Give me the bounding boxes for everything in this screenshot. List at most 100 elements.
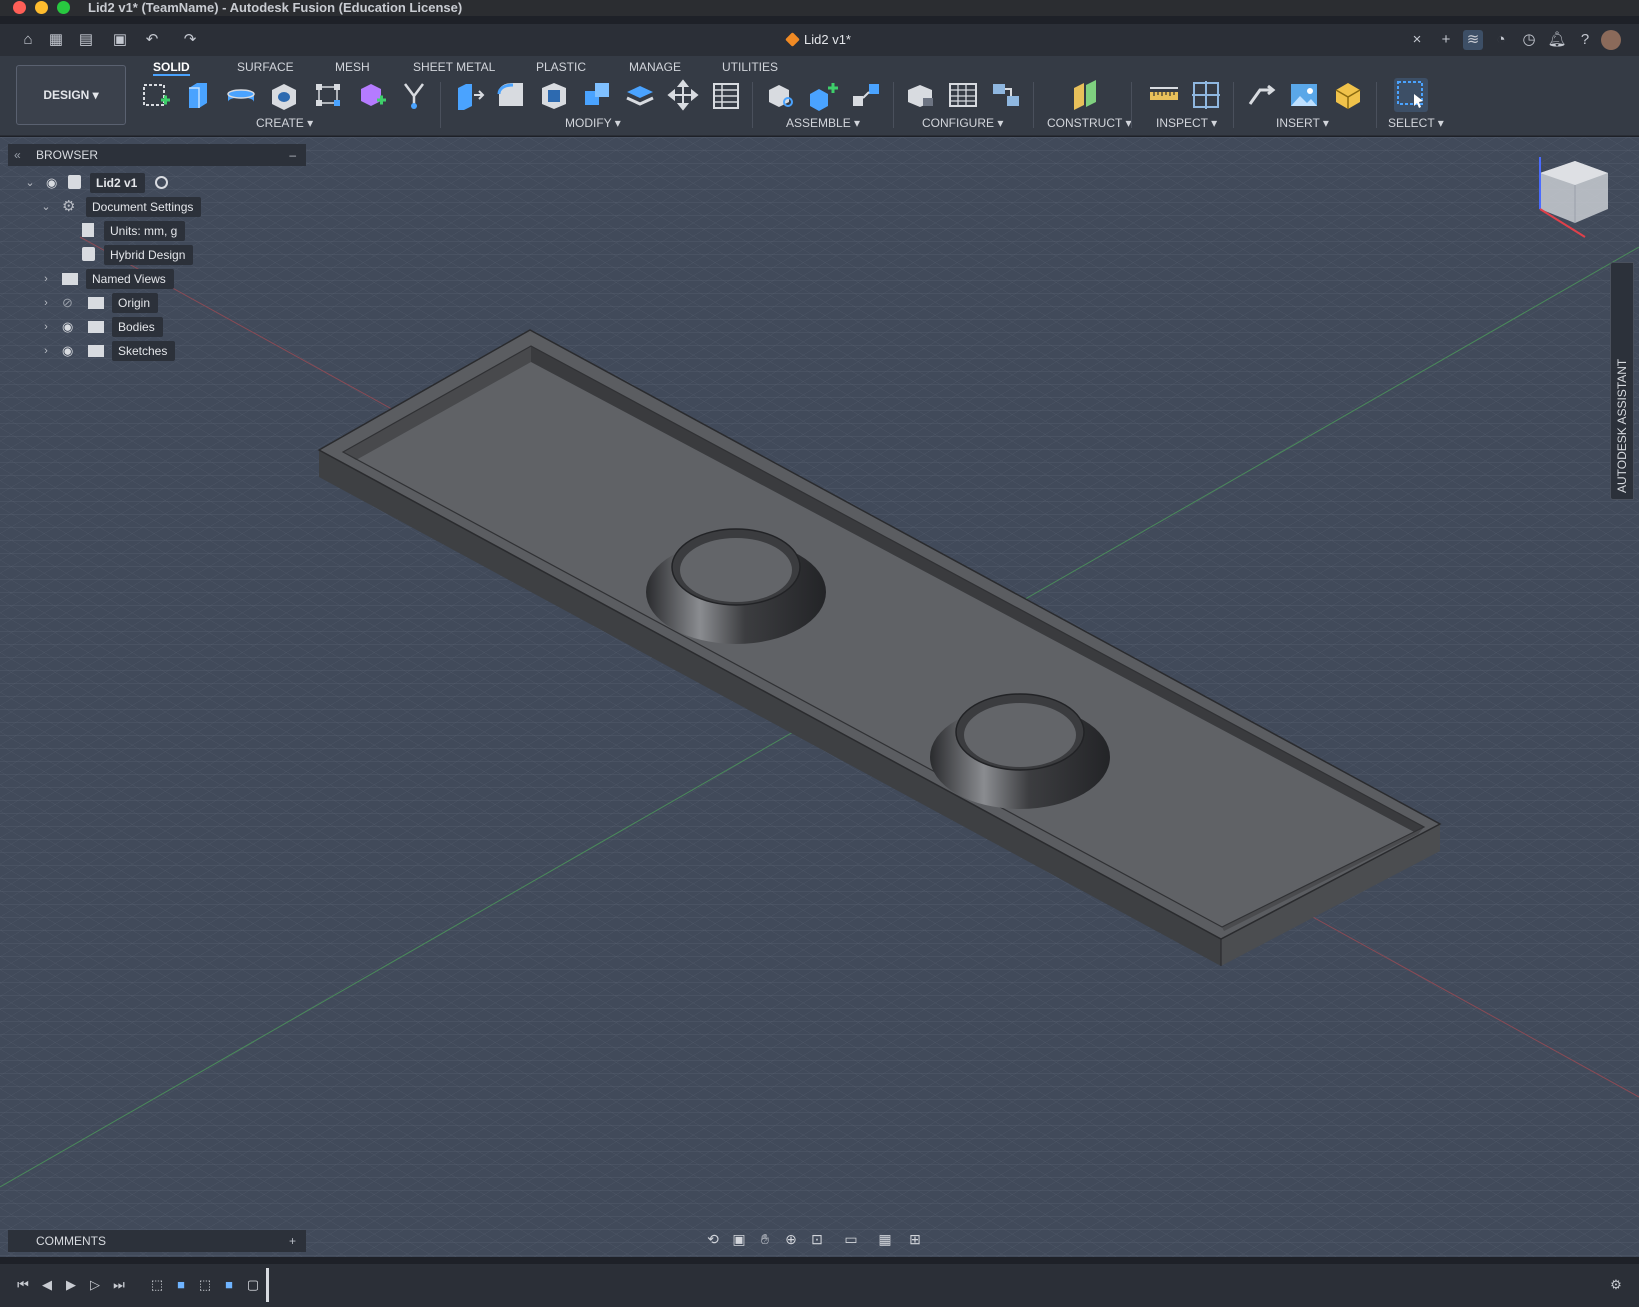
extrude-tool[interactable]	[181, 78, 215, 112]
viewports-icon[interactable]: ⊞	[906, 1230, 924, 1248]
play-icon[interactable]: ▶	[62, 1276, 80, 1294]
orbit-icon[interactable]: ⟲	[704, 1230, 722, 1248]
configuration-rules-tool[interactable]	[989, 78, 1023, 112]
step-back-icon[interactable]: ◀	[38, 1276, 56, 1294]
chevron-right-icon[interactable]: ›	[40, 317, 52, 337]
tab-manage[interactable]: MANAGE	[629, 58, 681, 76]
eye-icon[interactable]: ◉	[62, 343, 78, 359]
modify-menu[interactable]: MODIFY ▾	[565, 116, 621, 130]
chevron-right-icon[interactable]: ›	[40, 293, 52, 313]
timeline-sketch-feature-icon[interactable]: ⬚	[148, 1276, 166, 1294]
tab-lid2[interactable]: Lid2 v1*	[780, 28, 857, 52]
collapse-panel-icon[interactable]: «	[14, 144, 21, 166]
workspace-switcher[interactable]: DESIGN ▾	[16, 65, 126, 125]
home-icon[interactable]: ⌂	[18, 30, 38, 50]
tab-sheet-metal[interactable]: SHEET METAL	[413, 58, 495, 76]
select-tool[interactable]	[1394, 78, 1428, 112]
revolve-tool[interactable]	[224, 78, 258, 112]
configuration-table-tool[interactable]	[946, 78, 980, 112]
comments-panel[interactable]: COMMENTS +	[8, 1230, 306, 1252]
offset-face-tool[interactable]	[623, 78, 657, 112]
create-menu[interactable]: CREATE ▾	[256, 116, 313, 130]
joint-tool[interactable]	[806, 78, 840, 112]
zoom-icon[interactable]: ⊕	[782, 1230, 800, 1248]
construct-menu[interactable]: CONSTRUCT ▾	[1047, 116, 1131, 130]
look-at-icon[interactable]: ▣	[730, 1230, 748, 1248]
move-copy-tool[interactable]	[666, 78, 700, 112]
redo-icon[interactable]: ↷	[180, 30, 200, 50]
close-window-button[interactable]	[13, 1, 26, 14]
chevron-down-icon[interactable]: ⌄	[24, 173, 36, 193]
derive-tool[interactable]	[397, 78, 431, 112]
job-status-icon[interactable]: ◷	[1519, 30, 1539, 50]
section-analysis-tool[interactable]	[1189, 78, 1223, 112]
fit-icon[interactable]: ⊡	[808, 1230, 826, 1248]
app-grid-icon[interactable]: ▦	[46, 30, 66, 50]
configure-menu[interactable]: CONFIGURE ▾	[922, 116, 1003, 130]
insert-canvas-tool[interactable]	[1287, 78, 1321, 112]
browser-item-named-views[interactable]: › Named Views	[40, 269, 174, 289]
tab-utilities[interactable]: UTILITIES	[722, 58, 778, 76]
model-scene[interactable]	[0, 137, 1639, 1257]
save-icon[interactable]: ▣	[110, 30, 130, 50]
minimize-browser-icon[interactable]: –	[289, 144, 296, 166]
canvas-viewport[interactable]	[0, 137, 1639, 1257]
as-built-joint-tool[interactable]	[849, 78, 883, 112]
timeline-settings-gear-icon[interactable]: ⚙	[1607, 1276, 1625, 1294]
maximize-window-button[interactable]	[57, 1, 70, 14]
browser-item-root[interactable]: ⌄ ◉ Lid2 v1	[24, 173, 168, 193]
undo-icon[interactable]: ↶	[142, 30, 162, 50]
fillet-tool[interactable]	[494, 78, 528, 112]
go-to-start-icon[interactable]: ⏮︎	[14, 1276, 32, 1294]
online-status-icon[interactable]: ◔	[1491, 30, 1511, 50]
hole-tool[interactable]	[267, 78, 301, 112]
extensions-icon[interactable]: ≋	[1463, 30, 1483, 50]
grid-settings-icon[interactable]: ▦	[876, 1230, 894, 1248]
select-menu[interactable]: SELECT ▾	[1388, 116, 1444, 130]
chevron-down-icon[interactable]: ⌄	[40, 197, 52, 217]
timeline-shell-feature-icon[interactable]: ▢	[244, 1276, 262, 1294]
create-form-tool[interactable]	[355, 78, 389, 112]
new-tab-icon[interactable]: +	[1436, 30, 1456, 50]
display-settings-icon[interactable]: ▭	[842, 1230, 860, 1248]
add-comment-icon[interactable]: +	[289, 1230, 296, 1252]
close-tab-icon[interactable]: ×	[1407, 30, 1427, 50]
insert-mesh-tool[interactable]	[1331, 78, 1365, 112]
pattern-tool[interactable]	[311, 78, 345, 112]
insert-menu[interactable]: INSERT ▾	[1276, 116, 1329, 130]
browser-item-sketches[interactable]: › ◉ Sketches	[40, 341, 176, 361]
press-pull-tool[interactable]	[452, 78, 486, 112]
inspect-menu[interactable]: INSPECT ▾	[1156, 116, 1217, 130]
browser-item-units[interactable]: Units: mm, g	[82, 221, 186, 241]
create-sketch-tool[interactable]	[139, 78, 173, 112]
browser-panel-header[interactable]: « BROWSER –	[8, 144, 306, 166]
tab-solid[interactable]: SOLID	[153, 58, 190, 76]
tab-mesh[interactable]: MESH	[335, 58, 370, 76]
insert-derive-tool[interactable]	[1244, 78, 1278, 112]
shell-tool[interactable]	[537, 78, 571, 112]
notifications-icon[interactable]: 🔔︎	[1547, 30, 1567, 50]
change-parameters-tool[interactable]	[708, 78, 742, 112]
eye-hidden-icon[interactable]: ⊘	[62, 295, 78, 311]
eye-icon[interactable]: ◉	[46, 175, 62, 191]
chevron-right-icon[interactable]: ›	[40, 269, 52, 289]
timeline-extrude-feature-icon[interactable]: ■	[172, 1276, 190, 1294]
browser-item-bodies[interactable]: › ◉ Bodies	[40, 317, 163, 337]
help-icon[interactable]: ?	[1575, 30, 1595, 50]
configure-design-tool[interactable]	[903, 78, 937, 112]
autodesk-assistant-panel[interactable]: AUTODESK ASSISTANT	[1610, 262, 1634, 500]
tab-plastic[interactable]: PLASTIC	[536, 58, 586, 76]
eye-icon[interactable]: ◉	[62, 319, 78, 335]
file-menu-icon[interactable]: ▤	[76, 30, 96, 50]
new-component-tool[interactable]	[764, 78, 798, 112]
measure-tool[interactable]	[1147, 78, 1181, 112]
browser-item-origin[interactable]: › ⊘ Origin	[40, 293, 159, 313]
activate-radio-icon[interactable]	[154, 176, 168, 189]
minimize-window-button[interactable]	[35, 1, 48, 14]
user-avatar[interactable]	[1601, 30, 1621, 50]
browser-item-hybrid-design[interactable]: Hybrid Design	[82, 245, 194, 265]
step-forward-icon[interactable]: ▷	[86, 1276, 104, 1294]
chevron-right-icon[interactable]: ›	[40, 341, 52, 361]
pan-icon[interactable]: ✋︎	[756, 1230, 774, 1248]
assemble-menu[interactable]: ASSEMBLE ▾	[786, 116, 860, 130]
